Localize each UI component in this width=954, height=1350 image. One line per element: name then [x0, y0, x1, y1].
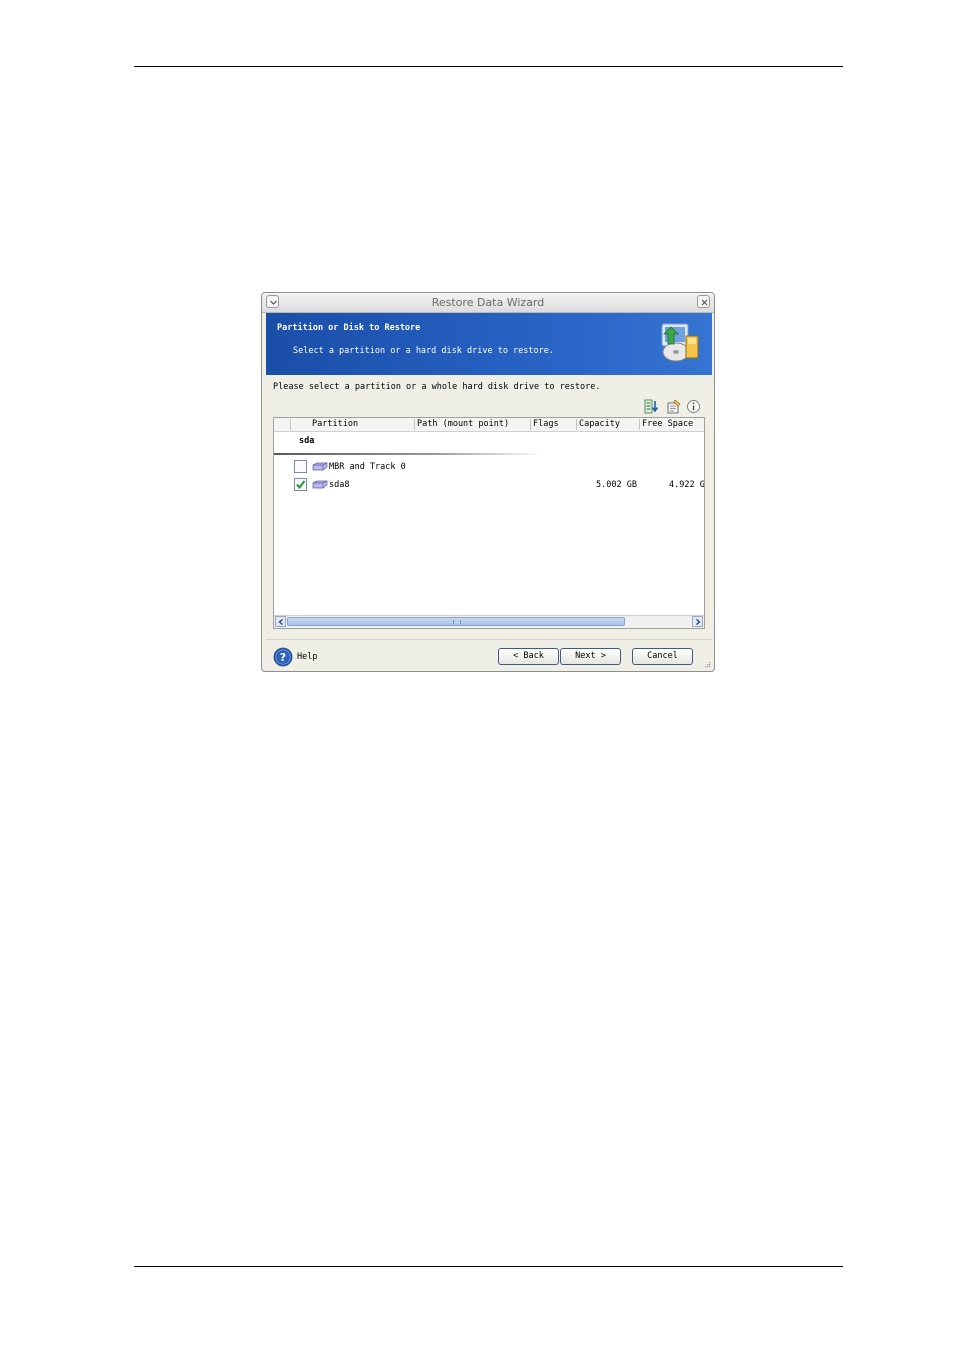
table-row[interactable]: sda8 5.002 GB 4.922 G	[274, 478, 704, 494]
column-separator	[290, 419, 291, 430]
scrollbar-grip	[453, 620, 461, 624]
banner-title: Partition or Disk to Restore	[277, 323, 421, 333]
cancel-button[interactable]: Cancel	[632, 648, 693, 665]
row-label: MBR and Track 0	[329, 462, 406, 472]
wizard-banner: Partition or Disk to Restore Select a pa…	[266, 313, 712, 375]
close-icon	[701, 299, 708, 306]
properties-icon[interactable]	[666, 399, 682, 414]
row-capacity: 5.002 GB	[596, 480, 637, 490]
column-separator	[639, 419, 640, 430]
page-footer-rule	[134, 1266, 843, 1267]
help-icon[interactable]: ?	[273, 647, 293, 667]
footer-divider	[266, 639, 712, 640]
table-header: Partition Path (mount point) Flags Capac…	[274, 418, 704, 432]
restore-data-wizard-window: Restore Data Wizard Partition or Disk to…	[261, 292, 715, 672]
restore-wizard-icon	[661, 323, 699, 362]
column-header-partition[interactable]: Partition	[312, 419, 358, 429]
scrollbar-thumb[interactable]	[287, 617, 625, 626]
scroll-right-button[interactable]	[692, 616, 703, 627]
banner-subtitle: Select a partition or a hard disk drive …	[293, 346, 554, 356]
window-title: Restore Data Wizard	[431, 296, 545, 309]
table-row[interactable]: MBR and Track 0	[274, 460, 704, 476]
row-checkbox[interactable]	[294, 478, 307, 491]
column-header-path[interactable]: Path (mount point)	[417, 419, 509, 429]
sort-icon[interactable]	[644, 399, 660, 414]
row-label: sda8	[329, 480, 350, 490]
title-bar: Restore Data Wizard	[262, 293, 714, 313]
column-header-capacity[interactable]: Capacity	[579, 419, 620, 429]
info-icon[interactable]	[686, 399, 701, 414]
chevron-left-icon	[278, 619, 283, 625]
row-free-space: 4.922 G	[669, 480, 705, 490]
next-button[interactable]: Next >	[560, 648, 621, 665]
column-separator	[414, 419, 415, 430]
disk-group-label: sda	[299, 436, 315, 446]
partition-table: Partition Path (mount point) Flags Capac…	[273, 417, 705, 629]
svg-text:?: ?	[280, 651, 286, 664]
disk-icon	[312, 480, 328, 489]
resize-grip-icon[interactable]	[704, 661, 711, 668]
disk-group-row: sda	[274, 433, 704, 455]
horizontal-scrollbar[interactable]	[274, 615, 704, 628]
column-separator	[576, 419, 577, 430]
instruction-text: Please select a partition or a whole har…	[273, 382, 601, 392]
column-header-free-space[interactable]: Free Space	[642, 419, 693, 429]
help-button[interactable]: Help	[297, 652, 317, 662]
checkmark-icon	[296, 480, 306, 490]
row-checkbox[interactable]	[294, 460, 307, 473]
disk-icon	[312, 462, 328, 471]
window-close-button[interactable]	[697, 295, 710, 308]
chevron-right-icon	[696, 619, 701, 625]
group-divider	[274, 453, 544, 455]
column-separator	[530, 419, 531, 430]
page-header-rule	[134, 66, 843, 67]
column-header-flags[interactable]: Flags	[533, 419, 559, 429]
scroll-left-button[interactable]	[275, 616, 286, 627]
back-button[interactable]: < Back	[498, 648, 559, 665]
